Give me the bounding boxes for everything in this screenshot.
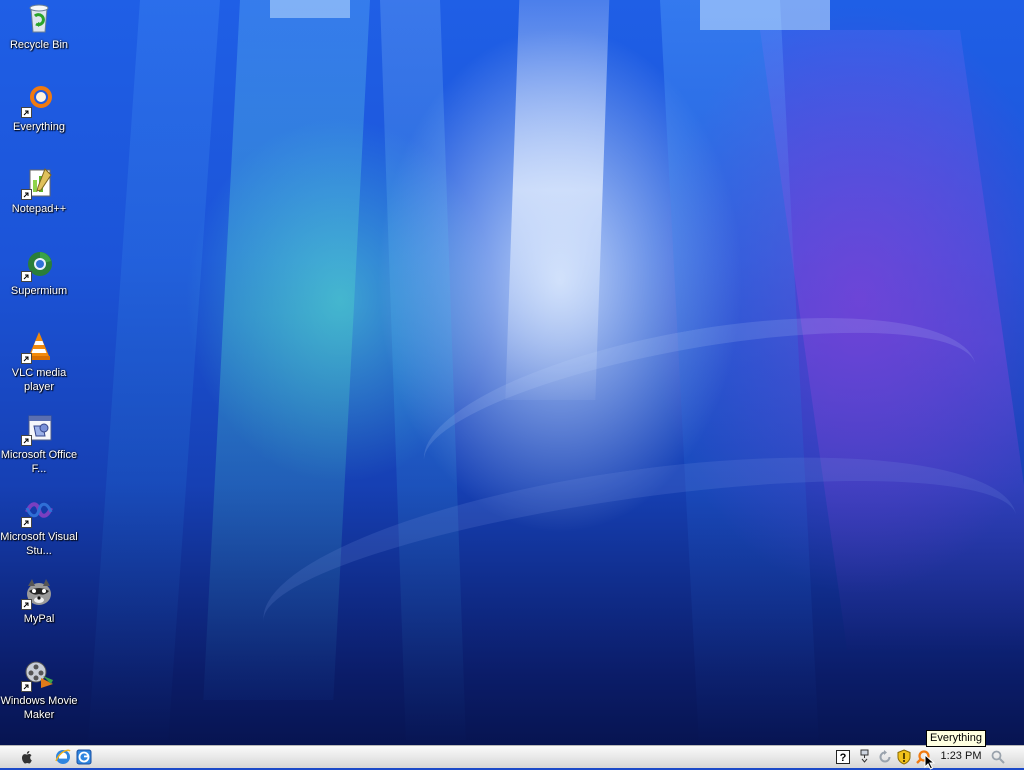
desktop-icon-label: Supermium xyxy=(10,285,68,297)
shortcut-arrow-icon xyxy=(21,435,32,446)
update-icon xyxy=(879,750,891,763)
desktop-icon-movie-maker[interactable]: Windows Movie Maker xyxy=(0,658,78,722)
desktop-icon-office[interactable]: Microsoft Office F... xyxy=(0,412,78,476)
desktop-icon-recycle-bin[interactable]: Recycle Bin xyxy=(0,2,78,52)
vlc-icon xyxy=(21,330,55,364)
browser-icon xyxy=(76,749,92,765)
taskbar-clock[interactable]: 1:23 PM xyxy=(936,750,986,762)
tray-tooltip: Everything xyxy=(926,730,986,747)
shortcut-arrow-icon xyxy=(21,599,32,610)
tray-network[interactable] xyxy=(857,749,873,765)
apple-logo-icon xyxy=(21,751,32,764)
taskbar: ? 1:23 PM xyxy=(0,745,1024,768)
desktop-icon-label: VLC media player xyxy=(11,367,67,393)
desktop-icon-vlc[interactable]: VLC media player xyxy=(0,330,78,394)
desktop-icon-label: Microsoft Office F... xyxy=(0,449,78,475)
desktop-icon-label: Recycle Bin xyxy=(9,39,69,51)
notepadpp-icon xyxy=(21,166,55,200)
mypal-icon xyxy=(21,576,55,610)
svg-text:?: ? xyxy=(840,752,847,764)
desktop-icon-notepadpp[interactable]: Notepad++ xyxy=(0,166,78,216)
tray-help[interactable]: ? xyxy=(835,749,851,765)
quick-launch-browser[interactable] xyxy=(75,748,93,766)
desktop-icon-supermium[interactable]: Supermium xyxy=(0,248,78,298)
internet-explorer-icon xyxy=(55,749,71,764)
shortcut-arrow-icon xyxy=(21,189,32,200)
help-icon: ? xyxy=(836,750,850,764)
desktop-icon-visual-studio[interactable]: Microsoft Visual Stu... xyxy=(0,494,78,558)
shortcut-arrow-icon xyxy=(21,353,32,364)
shortcut-arrow-icon xyxy=(21,517,32,528)
tray-update[interactable] xyxy=(877,749,893,765)
supermium-icon xyxy=(21,248,55,282)
desktop-icon-mypal[interactable]: MyPal xyxy=(0,576,78,626)
quick-launch-internet-explorer[interactable] xyxy=(54,748,72,766)
shortcut-arrow-icon xyxy=(21,107,32,118)
network-icon xyxy=(860,749,869,763)
desktop-icon-label: Windows Movie Maker xyxy=(0,695,78,721)
taskbar-search[interactable] xyxy=(990,749,1006,765)
desktop-wallpaper xyxy=(0,0,1024,745)
desktop-icon-label: Notepad++ xyxy=(11,203,67,215)
office-icon xyxy=(21,412,55,446)
shortcut-arrow-icon xyxy=(21,271,32,282)
recycle-bin-icon xyxy=(23,2,55,34)
magnifier-icon xyxy=(991,750,1005,764)
tray-security[interactable] xyxy=(896,749,912,765)
start-button[interactable] xyxy=(18,748,36,766)
shortcut-arrow-icon xyxy=(21,681,32,692)
everything-icon xyxy=(21,84,55,118)
desktop-icon-label: Microsoft Visual Stu... xyxy=(0,531,78,557)
desktop-icon-label: MyPal xyxy=(23,613,55,625)
visual-studio-icon xyxy=(21,494,55,528)
desktop-icon-label: Everything xyxy=(13,121,65,133)
desktop-icon-everything[interactable]: Everything xyxy=(0,84,78,134)
security-shield-icon xyxy=(897,749,911,765)
movie-maker-icon xyxy=(21,658,55,692)
